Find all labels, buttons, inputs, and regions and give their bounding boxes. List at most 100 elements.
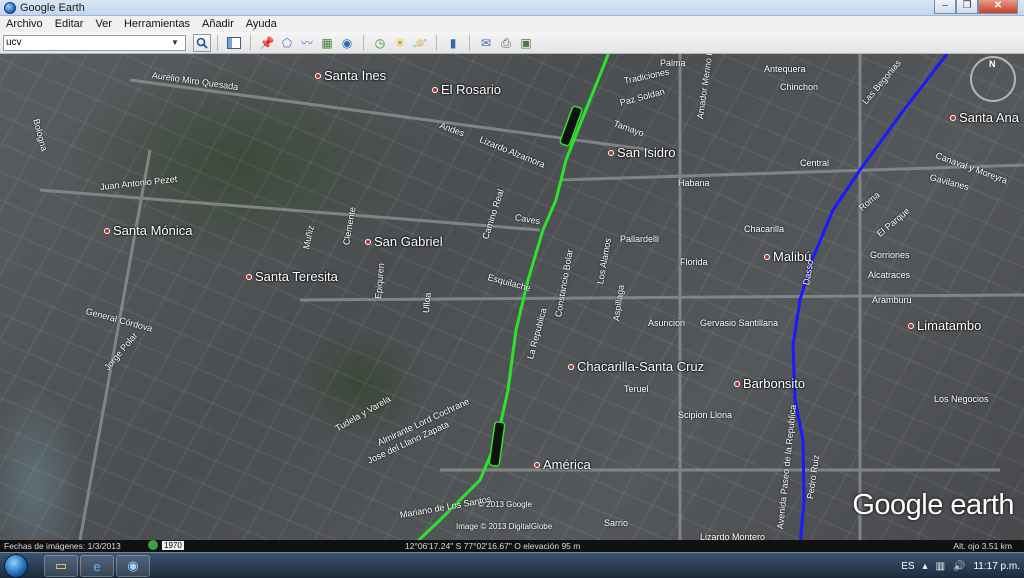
placemark-icon[interactable]: 📌 [258,34,276,52]
save-image-icon[interactable]: ▣ [517,34,535,52]
toolbar-separator [469,34,470,51]
street-label: Habana [678,178,710,188]
street-label: Gervasio Santillana [700,318,779,328]
window-controls: – ❐ ✕ [934,0,1018,14]
place-marker-icon [365,239,371,245]
map-overlay [39,54,1024,540]
place-marker-icon [608,150,614,156]
windows-taskbar: ▭ e ◉ ES ▴ ▥ 🔊 11:17 p.m. [0,552,1024,578]
street-label: Aramburu [872,295,912,305]
title-bar: Google Earth – ❐ ✕ [0,0,1024,16]
imagery-date: Fechas de imágenes: 1/3/2013 [4,541,121,551]
street-label: Sarrio [604,518,629,528]
email-icon[interactable]: ✉ [477,34,495,52]
image-overlay-icon[interactable]: ▦ [318,34,336,52]
place-marker-icon [908,323,914,329]
place-marker-icon [534,462,540,468]
street-label: Florida [680,257,708,267]
toolbar-separator [363,34,364,51]
place-label[interactable]: San Gabriel [365,234,443,249]
street-label: Teruel [624,384,649,394]
place-label[interactable]: Santa Mónica [104,223,193,238]
street-label: Lizardo Montero [700,532,766,540]
menu-archivo[interactable]: Archivo [0,16,49,32]
street-label: Pallardelli [620,234,660,244]
place-marker-icon [432,87,438,93]
system-tray: ES ▴ ▥ 🔊 11:17 p.m. [893,553,1020,578]
volume-icon[interactable]: 🔊 [953,561,965,572]
street-label: Chinchon [780,82,819,92]
eye-altitude: Alt. ojo 3.51 km [953,541,1012,551]
cursor-coordinates: 12°06'17.24" S 77°02'16.67" O elevación … [405,541,581,551]
street-label: Antequera [764,64,806,74]
path-icon[interactable]: 〰 [298,34,316,52]
place-marker-icon [950,115,956,121]
map-view[interactable]: Santa Ines El Rosario San Isidro Santa M… [0,54,1024,540]
maximize-button[interactable]: ❐ [956,0,978,14]
place-label[interactable]: El Rosario [432,82,501,97]
place-marker-icon [568,364,574,370]
imagery-year: 1970 [162,540,184,550]
toolbar-separator [436,34,437,51]
search-button[interactable] [193,33,211,52]
copyright-google: © 2013 Google [478,500,532,509]
historical-imagery-icon[interactable]: ◷ [371,34,389,52]
street-label: Central [800,158,830,168]
menu-bar: Archivo Editar Ver Herramientas Añadir A… [0,16,1024,32]
street-label: Gorriones [870,250,910,260]
menu-editar[interactable]: Editar [49,16,90,32]
place-label[interactable]: Santa Teresita [246,269,338,284]
status-bar: Fechas de imágenes: 1/3/2013 1970 12°06'… [0,540,1024,552]
place-label[interactable]: Barbonsito [734,376,805,391]
place-marker-icon [764,254,770,260]
place-marker-icon [104,228,110,234]
sunlight-icon[interactable]: ☀ [391,34,409,52]
search-input[interactable] [4,35,168,50]
place-label[interactable]: Santa Ana [950,110,1019,125]
minimize-button[interactable]: – [934,0,956,14]
chevron-down-icon[interactable]: ▼ [168,38,182,47]
explorer-taskbar-icon[interactable]: ▭ [44,555,78,577]
start-button[interactable] [4,554,28,578]
menu-ver[interactable]: Ver [89,16,118,32]
toolbar: ▼ 📌 ⬠ 〰 ▦ ◉ ◷ ☀ 🪐 ▮ ✉ ⎙ ▣ [0,32,1024,54]
window-title: Google Earth [20,1,85,14]
sidebar-toggle-icon[interactable] [225,34,243,52]
internet-explorer-taskbar-icon[interactable]: e [80,555,114,577]
network-icon[interactable]: ▥ [936,561,945,572]
record-tour-icon[interactable]: ◉ [338,34,356,52]
search-box[interactable]: ▼ [3,34,186,51]
compass-north-icon: N [989,59,996,69]
google-earth-icon [4,1,16,14]
search-icon [196,37,208,49]
place-label[interactable]: Limatambo [908,318,981,333]
place-marker-icon [315,73,321,79]
clock-time[interactable]: 11:17 p.m. [973,561,1020,572]
tray-up-arrow-icon[interactable]: ▴ [923,561,928,572]
menu-anadir[interactable]: Añadir [196,16,240,32]
historical-imagery-badge[interactable]: 1970 [148,540,184,550]
route-segment-marker [488,421,506,467]
menu-herramientas[interactable]: Herramientas [118,16,196,32]
road [78,149,152,540]
street-label: Chacarilla [744,224,785,234]
place-label[interactable]: Santa Ines [315,68,386,83]
clock-icon [148,540,158,550]
street-label: Palma [660,58,686,68]
print-icon[interactable]: ⎙ [497,34,515,52]
ruler-icon[interactable]: ▮ [444,34,462,52]
language-indicator[interactable]: ES [901,561,914,572]
place-label[interactable]: Chacarilla-Santa Cruz [568,359,704,374]
close-button[interactable]: ✕ [978,0,1018,14]
street-label: Scipion Llona [678,410,733,420]
place-label[interactable]: San Isidro [608,145,676,160]
place-marker-icon [734,381,740,387]
street-label: Asuncion [648,318,686,328]
google-earth-taskbar-icon[interactable]: ◉ [116,555,150,577]
polygon-icon[interactable]: ⬠ [278,34,296,52]
road [299,293,1024,302]
planets-icon[interactable]: 🪐 [411,34,429,52]
place-label[interactable]: América [534,457,591,472]
menu-ayuda[interactable]: Ayuda [240,16,283,32]
navigation-compass[interactable]: N [970,56,1016,102]
